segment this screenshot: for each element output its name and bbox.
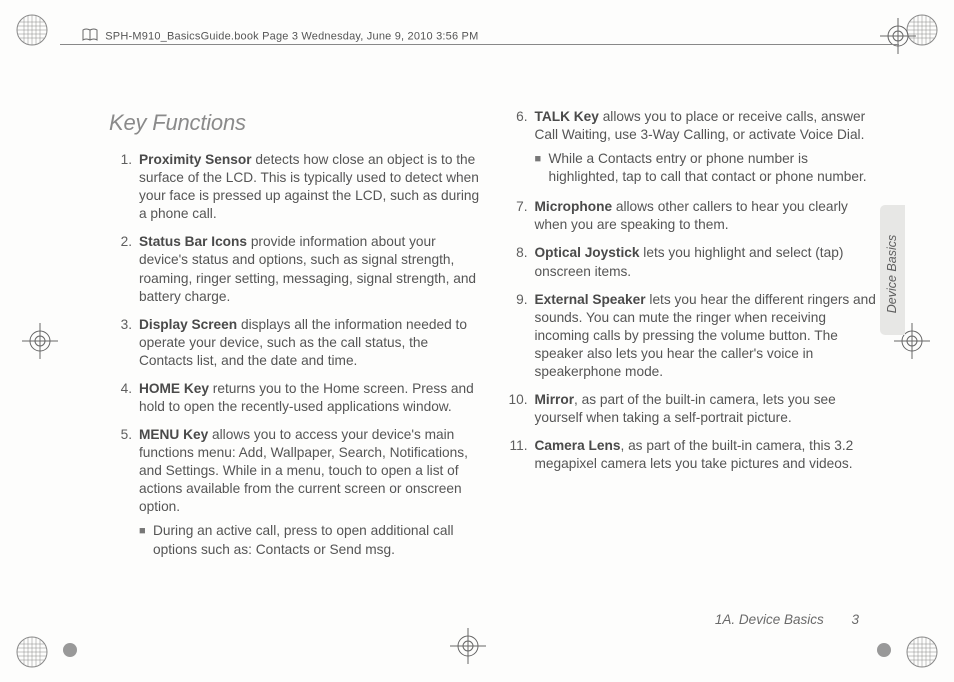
item-number: 10. [505, 391, 535, 427]
book-icon [82, 28, 98, 45]
item-number: 6. [505, 108, 535, 188]
crop-mark-top-left [12, 10, 52, 50]
section-title: Key Functions [109, 108, 481, 137]
item-body: Mirror, as part of the built-in camera, … [535, 391, 877, 427]
item-body: External Speaker lets you hear the diffe… [535, 291, 877, 381]
list-item: 11.Camera Lens, as part of the built-in … [505, 437, 877, 473]
item-text: HOME Key returns you to the Home screen.… [139, 380, 481, 416]
item-text: External Speaker lets you hear the diffe… [535, 291, 877, 381]
item-number: 8. [505, 244, 535, 280]
square-bullet-icon: ■ [139, 522, 153, 558]
list-item: 4.HOME Key returns you to the Home scree… [109, 380, 481, 416]
item-text: Camera Lens, as part of the built-in cam… [535, 437, 877, 473]
crop-mark-bottom-right [902, 632, 942, 672]
header-text: SPH-M910_BasicsGuide.book Page 3 Wednesd… [105, 30, 478, 42]
item-body: Display Screen displays all the informat… [139, 316, 481, 370]
item-term: Mirror [535, 392, 575, 407]
item-body: Microphone allows other callers to hear … [535, 198, 877, 234]
item-body: TALK Key allows you to place or receive … [535, 108, 877, 188]
item-term: Microphone [535, 199, 613, 214]
square-bullet-icon: ■ [535, 150, 549, 186]
item-text: Proximity Sensor detects how close an ob… [139, 151, 481, 223]
item-number: 11. [505, 437, 535, 473]
item-text: Status Bar Icons provide information abo… [139, 233, 481, 305]
item-body: Proximity Sensor detects how close an ob… [139, 151, 481, 223]
list-item: 6.TALK Key allows you to place or receiv… [505, 108, 877, 188]
item-number: 3. [109, 316, 139, 370]
footer-page-number: 3 [851, 612, 859, 627]
registration-left [22, 323, 58, 359]
item-body: Camera Lens, as part of the built-in cam… [535, 437, 877, 473]
crop-mark-bottom-left [12, 632, 52, 672]
sub-text: During an active call, press to open add… [153, 522, 481, 558]
solid-mark-bottom-left [60, 640, 80, 660]
item-text: Microphone allows other callers to hear … [535, 198, 877, 234]
right-column: 6.TALK Key allows you to place or receiv… [505, 108, 877, 571]
item-term: MENU Key [139, 427, 208, 442]
item-text: Display Screen displays all the informat… [139, 316, 481, 370]
list-item: 9.External Speaker lets you hear the dif… [505, 291, 877, 381]
page-footer: 1A. Device Basics 3 [715, 612, 859, 627]
list-item: 10.Mirror, as part of the built-in camer… [505, 391, 877, 427]
item-body: Optical Joystick lets you highlight and … [535, 244, 877, 280]
list-item: 2.Status Bar Icons provide information a… [109, 233, 481, 305]
list-item: 7.Microphone allows other callers to hea… [505, 198, 877, 234]
item-number: 1. [109, 151, 139, 223]
solid-mark-bottom-right [874, 640, 894, 660]
item-body: Status Bar Icons provide information abo… [139, 233, 481, 305]
item-number: 9. [505, 291, 535, 381]
header-running-text: SPH-M910_BasicsGuide.book Page 3 Wednesd… [82, 28, 478, 45]
item-number: 5. [109, 426, 139, 561]
list-item: 5.MENU Key allows you to access your dev… [109, 426, 481, 561]
left-column: Key Functions 1.Proximity Sensor detects… [109, 108, 481, 571]
item-term: Proximity Sensor [139, 152, 252, 167]
item-term: HOME Key [139, 381, 209, 396]
sub-bullet-row: ■During an active call, press to open ad… [139, 522, 481, 558]
registration-bottom [450, 628, 486, 664]
item-text: MENU Key allows you to access your devic… [139, 426, 481, 516]
list-item: 8.Optical Joystick lets you highlight an… [505, 244, 877, 280]
registration-top [880, 18, 916, 54]
side-tab-label: Device Basics [885, 232, 899, 316]
item-term: Status Bar Icons [139, 234, 247, 249]
item-body: MENU Key allows you to access your devic… [139, 426, 481, 561]
item-term: Optical Joystick [535, 245, 640, 260]
item-term: External Speaker [535, 292, 646, 307]
item-text: TALK Key allows you to place or receive … [535, 108, 877, 144]
item-text: Optical Joystick lets you highlight and … [535, 244, 877, 280]
side-tab: Device Basics [880, 205, 905, 335]
item-text: Mirror, as part of the built-in camera, … [535, 391, 877, 427]
footer-section: 1A. Device Basics [715, 612, 824, 627]
item-term: TALK Key [535, 109, 599, 124]
sub-text: While a Contacts entry or phone number i… [549, 150, 877, 186]
content-area: Key Functions 1.Proximity Sensor detects… [109, 108, 876, 571]
item-number: 2. [109, 233, 139, 305]
header-rule [60, 44, 899, 45]
item-term: Camera Lens [535, 438, 621, 453]
list-item: 3.Display Screen displays all the inform… [109, 316, 481, 370]
item-body: HOME Key returns you to the Home screen.… [139, 380, 481, 416]
sub-bullet-row: ■While a Contacts entry or phone number … [535, 150, 877, 186]
item-number: 7. [505, 198, 535, 234]
list-item: 1.Proximity Sensor detects how close an … [109, 151, 481, 223]
item-term: Display Screen [139, 317, 237, 332]
item-number: 4. [109, 380, 139, 416]
